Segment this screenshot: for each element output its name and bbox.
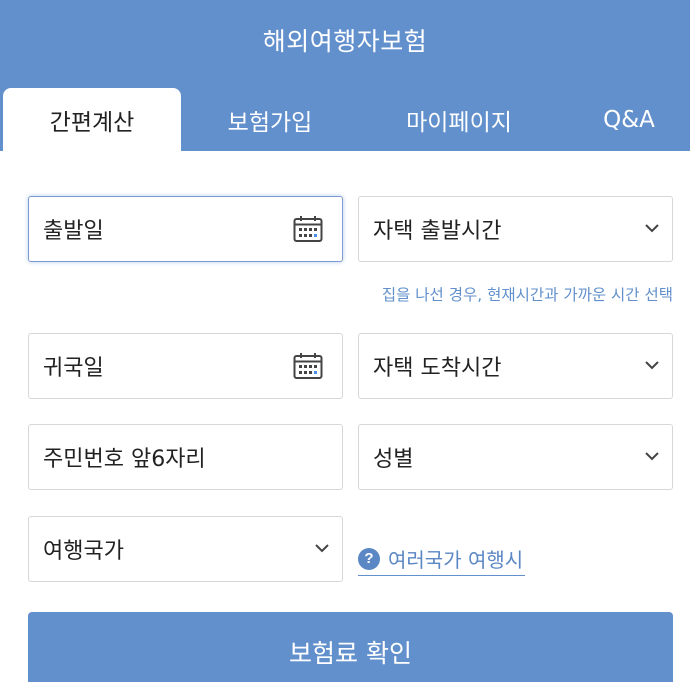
page-title: 해외여행자보험 (262, 27, 428, 56)
check-premium-button[interactable]: 보험료 확인 (28, 612, 673, 682)
departure-time-label: 자택 출발시간 (373, 219, 502, 244)
gender-label: 성별 (373, 447, 414, 472)
country-label: 여행국가 (43, 539, 124, 564)
calendar-icon[interactable] (293, 215, 323, 243)
country-select[interactable]: 여행국가 (28, 516, 343, 582)
calendar-icon[interactable] (293, 352, 323, 380)
question-icon: ? (358, 547, 380, 570)
arrival-time-select[interactable]: 자택 도착시간 (358, 333, 673, 399)
tab-qna[interactable]: Q&A (570, 88, 688, 151)
departure-time-hint: 집을 나선 경우, 현재시간과 가까운 시간 선택 (381, 286, 673, 304)
multi-country-label: 여러국가 여행시 (388, 548, 524, 572)
arrival-time-label: 자택 도착시간 (373, 356, 502, 381)
chevron-down-icon (645, 224, 659, 233)
multi-country-link[interactable]: ? 여러국가 여행시 (358, 542, 526, 576)
departure-time-select[interactable]: 자택 출발시간 (358, 196, 673, 262)
tab-quick-calc[interactable]: 간편계산 (3, 88, 181, 151)
chevron-down-icon (645, 452, 659, 461)
tab-insurance-signup[interactable]: 보험가입 (181, 88, 359, 151)
departure-date-field[interactable]: 출발일 (28, 196, 343, 262)
gender-select[interactable]: 성별 (358, 424, 673, 490)
chevron-down-icon (315, 544, 329, 553)
tab-my-page[interactable]: 마이페이지 (370, 88, 548, 151)
return-date-field[interactable]: 귀국일 (28, 333, 343, 399)
resident-id-input[interactable]: 주민번호 앞6자리 (28, 424, 343, 490)
chevron-down-icon (645, 361, 659, 370)
resident-id-label: 주민번호 앞6자리 (43, 447, 206, 472)
check-premium-label: 보험료 확인 (289, 639, 412, 668)
